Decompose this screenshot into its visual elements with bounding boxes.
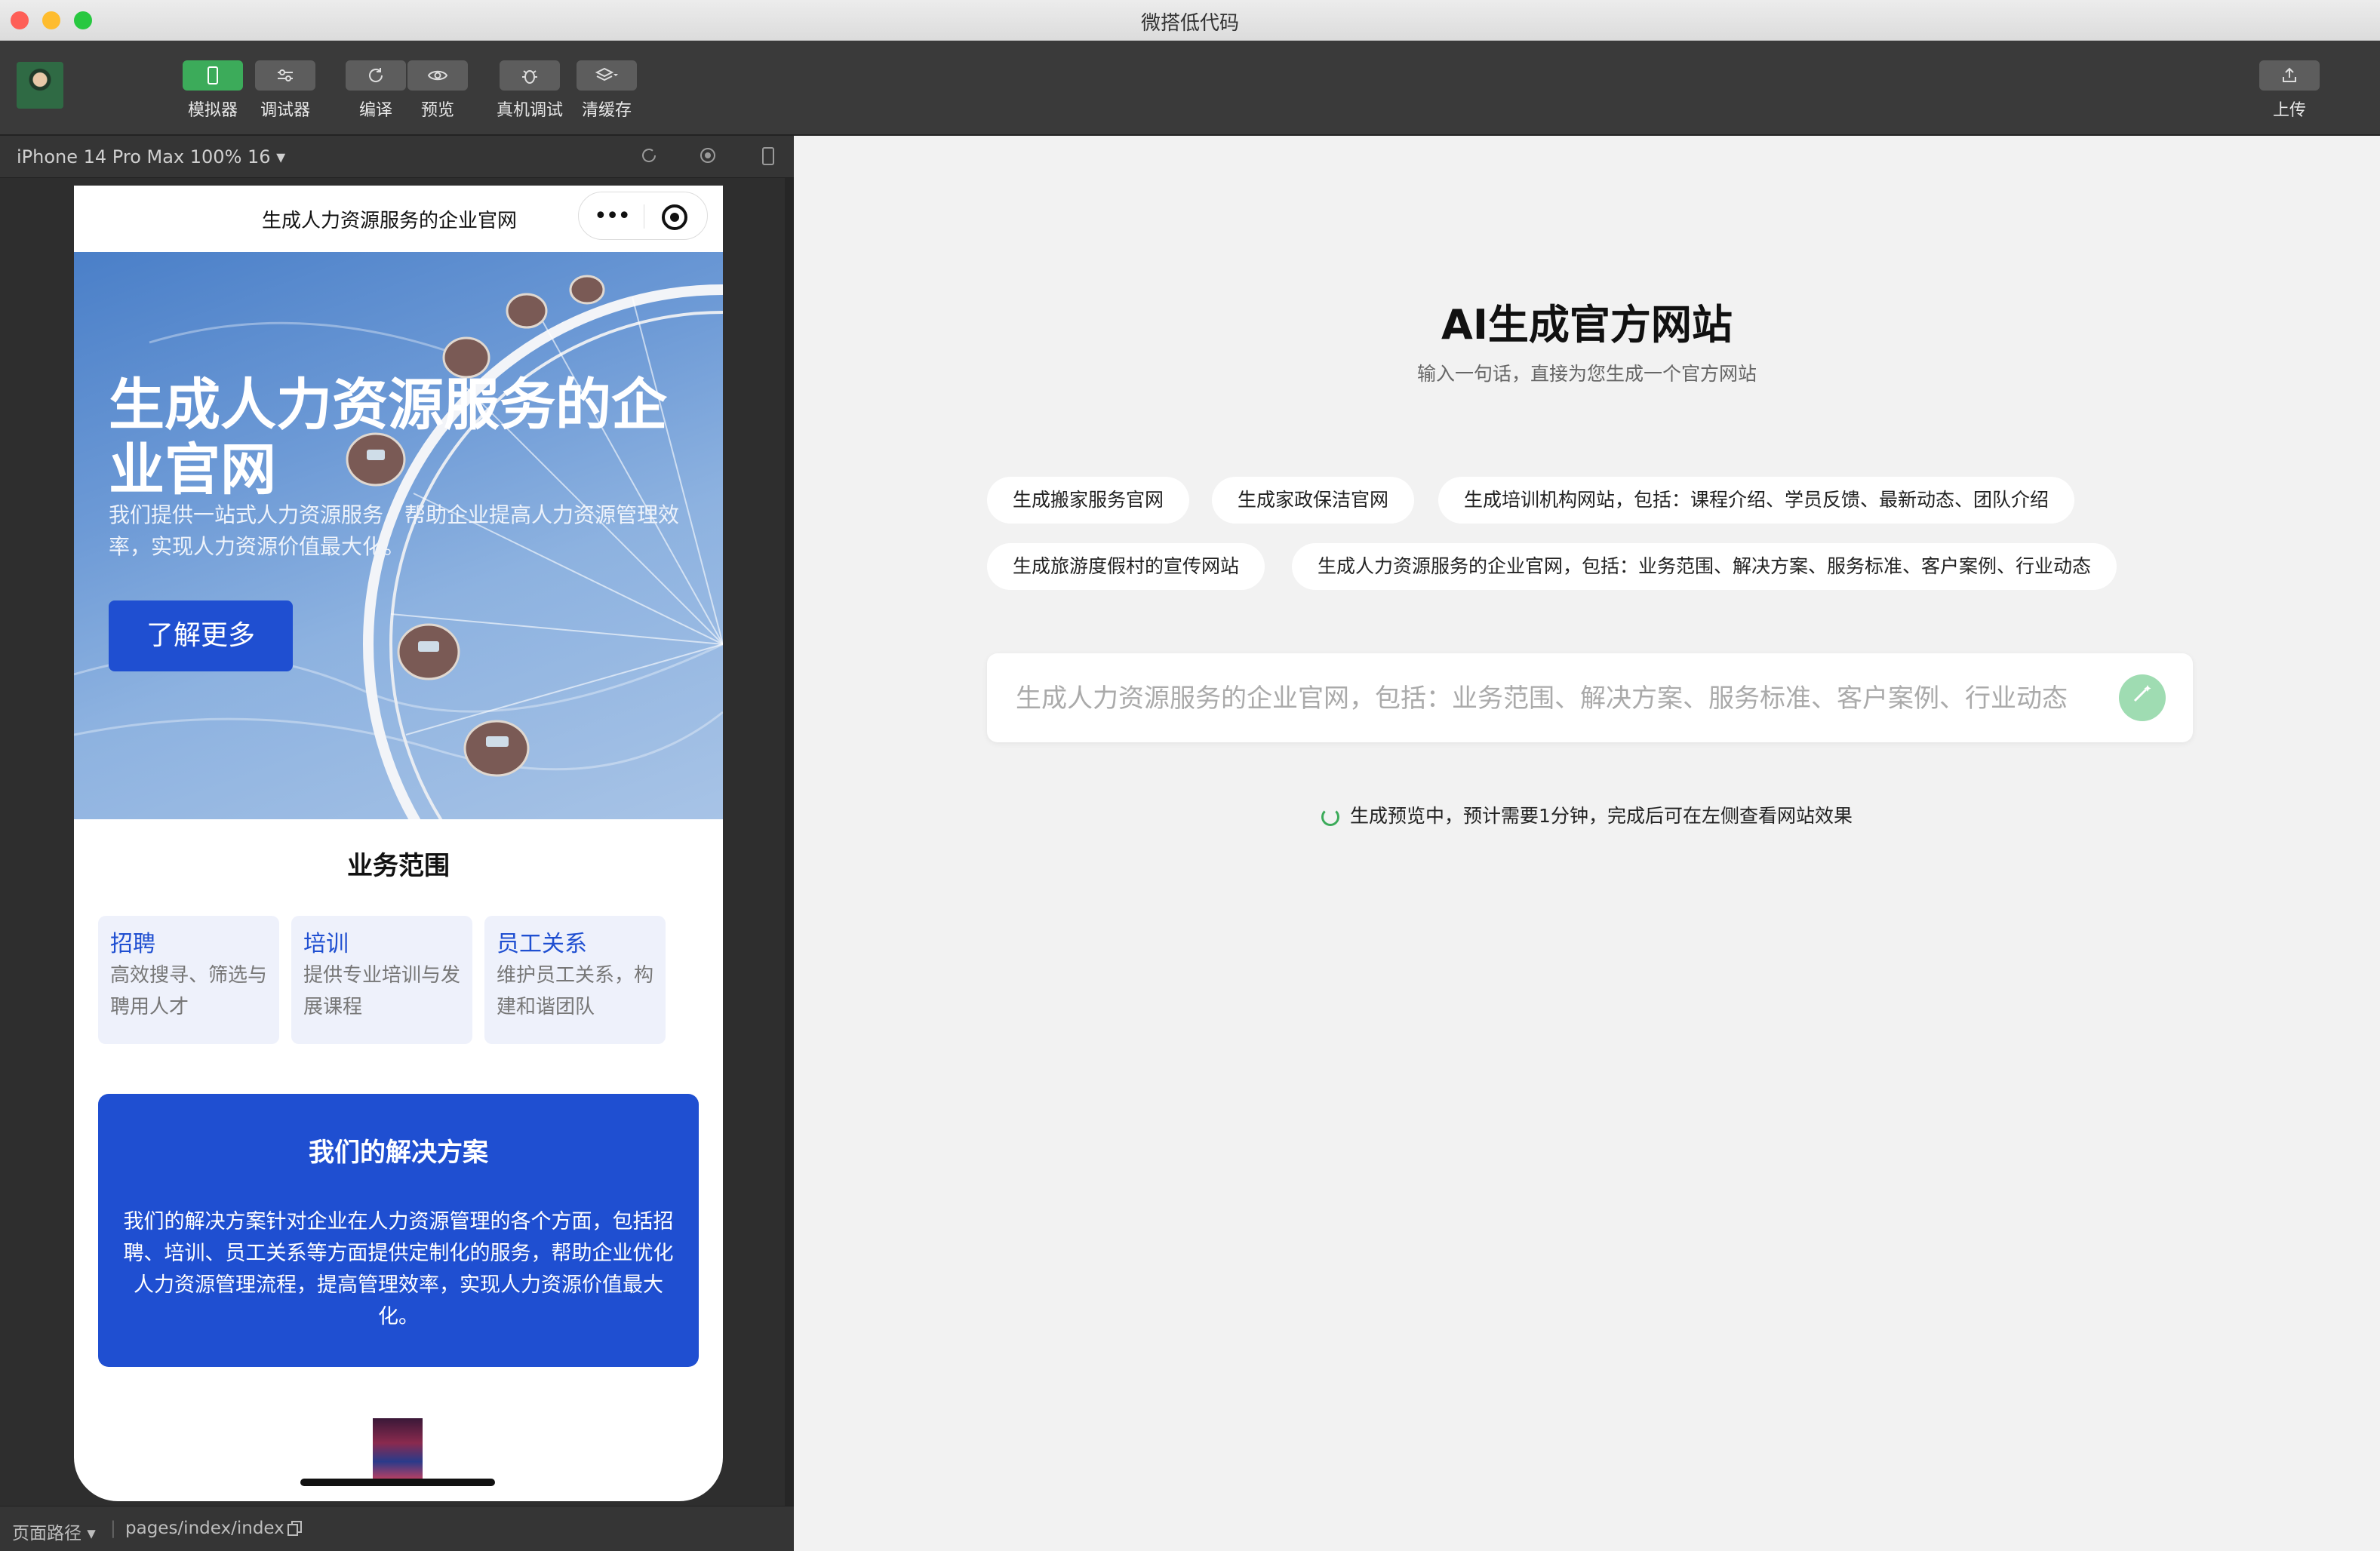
preview-button[interactable]: 预览 (407, 60, 468, 121)
prompt-input-container (987, 653, 2193, 742)
phone-frame-icon[interactable] (758, 146, 779, 167)
debugger-label: 调试器 (260, 101, 310, 120)
generator-title: AI生成官方网站 (1441, 301, 1733, 349)
upload-label: 上传 (2272, 101, 2306, 120)
device-debug-label: 真机调试 (497, 101, 564, 120)
rotate-icon[interactable] (638, 146, 660, 167)
simulator-scrollbar[interactable] (785, 178, 794, 1506)
service-card-employee-relations[interactable]: 员工关系 维护员工关系，构建和谐团队 (484, 916, 666, 1044)
page-path-value: pages/index/index (125, 1519, 284, 1538)
sliders-icon (255, 60, 315, 91)
main-toolbar: 模拟器 调试器 编译 预览 真机调试 清缓存 上传 (0, 41, 2380, 136)
suggestion-chip[interactable]: 生成家政保洁官网 (1212, 477, 1415, 524)
compile-button[interactable]: 编译 (346, 60, 406, 121)
prompt-input[interactable] (1016, 676, 2102, 721)
page-path-dropdown[interactable]: 页面路径 ▾ (12, 1519, 96, 1544)
suggestion-chip[interactable]: 生成人力资源服务的企业官网，包括：业务范围、解决方案、服务标准、客户案例、行业动… (1292, 543, 2117, 590)
device-debug-button[interactable]: 真机调试 (497, 60, 563, 121)
generation-status: 生成预览中，预计需要1分钟，完成后可在左侧查看网站效果 (794, 801, 2380, 828)
suggestion-chip[interactable]: 生成搬家服务官网 (987, 477, 1190, 524)
phone-screen: 生成人力资源服务的企业官网 ••• 生成人力资源服务的企业官网 我们提供一站式人… (74, 186, 723, 1501)
refresh-icon (346, 60, 406, 91)
service-card-title: 员工关系 (497, 931, 587, 957)
close-target-icon[interactable] (662, 204, 687, 230)
content-thumbnail-image (373, 1418, 423, 1480)
service-card-desc: 高效搜寻、筛选与聘用人才 (110, 964, 268, 1018)
loading-spinner-icon (1321, 808, 1340, 826)
more-icon[interactable]: ••• (594, 203, 631, 229)
statusbar-divider: | (110, 1519, 116, 1538)
layers-icon (577, 60, 637, 91)
phone-nav-title: 生成人力资源服务的企业官网 (261, 210, 517, 232)
phone-icon (183, 60, 243, 91)
service-card-desc: 提供专业培训与发展课程 (303, 964, 461, 1018)
solution-text: 我们的解决方案针对企业在人力资源管理的各个方面，包括招聘、培训、员工关系等方面提… (123, 1210, 674, 1328)
upload-icon (2259, 60, 2320, 91)
business-scope-title: 业务范围 (347, 851, 450, 881)
window-title: 微搭低代码 (1140, 12, 1239, 35)
device-selector[interactable]: iPhone 14 Pro Max 100% 16 ▾ (17, 146, 285, 167)
miniprogram-capsule: ••• (578, 192, 708, 240)
solution-section: 我们的解决方案 我们的解决方案针对企业在人力资源管理的各个方面，包括招聘、培训、… (98, 1094, 699, 1367)
hero-title: 生成人力资源服务的企业官网 (109, 373, 667, 502)
magic-wand-icon[interactable] (2119, 674, 2166, 721)
hero-description: 我们提供一站式人力资源服务，帮助企业提高人力资源管理效率，实现人力资源价值最大化… (109, 502, 680, 559)
bug-icon (500, 60, 560, 91)
suggestion-chip[interactable]: 生成培训机构网站，包括：课程介绍、学员反馈、最新动态、团队介绍 (1438, 477, 2075, 524)
learn-more-button[interactable]: 了解更多 (109, 600, 293, 671)
home-indicator (300, 1479, 495, 1486)
clear-cache-button[interactable]: 清缓存 (577, 60, 637, 121)
device-bar: iPhone 14 Pro Max 100% 16 ▾ (0, 136, 794, 178)
preview-label: 预览 (420, 101, 454, 120)
upload-button[interactable]: 上传 (2259, 60, 2320, 121)
service-card-title: 招聘 (110, 931, 155, 957)
compile-label: 编译 (358, 101, 392, 120)
debugger-button[interactable]: 调试器 (255, 60, 315, 121)
service-card-title: 培训 (303, 931, 349, 957)
service-card-training[interactable]: 培训 提供专业培训与发展课程 (291, 916, 472, 1044)
window-titlebar: 微搭低代码 (0, 0, 2380, 41)
ai-generator-panel: AI生成官方网站 输入一句话，直接为您生成一个官方网站 生成搬家服务官网 生成家… (794, 136, 2380, 1551)
simulator-button[interactable]: 模拟器 (183, 60, 243, 121)
generator-subtitle: 输入一句话，直接为您生成一个官方网站 (1416, 363, 1757, 385)
service-card-recruiting[interactable]: 招聘 高效搜寻、筛选与聘用人才 (98, 916, 279, 1044)
eye-icon (407, 60, 468, 91)
page-path-bar: 页面路径 ▾ | pages/index/index (0, 1506, 794, 1551)
suggestion-chip[interactable]: 生成旅游度假村的宣传网站 (987, 543, 1265, 590)
phone-navbar: 生成人力资源服务的企业官网 ••• (74, 186, 723, 252)
user-avatar[interactable] (17, 62, 63, 109)
generation-status-text: 生成预览中，预计需要1分钟，完成后可在左侧查看网站效果 (1350, 805, 1853, 827)
service-card-desc: 维护员工关系，构建和谐团队 (497, 964, 654, 1018)
clear-cache-label: 清缓存 (581, 101, 632, 120)
simulator-label: 模拟器 (187, 101, 238, 120)
copy-icon[interactable] (287, 1520, 303, 1541)
record-icon[interactable] (697, 146, 718, 167)
simulator-panel: iPhone 14 Pro Max 100% 16 ▾ 生成人力资源服务的企业官… (0, 136, 794, 1551)
solution-title: 我们的解决方案 (309, 1138, 488, 1168)
hero-banner: 生成人力资源服务的企业官网 我们提供一站式人力资源服务，帮助企业提高人力资源管理… (74, 252, 723, 819)
